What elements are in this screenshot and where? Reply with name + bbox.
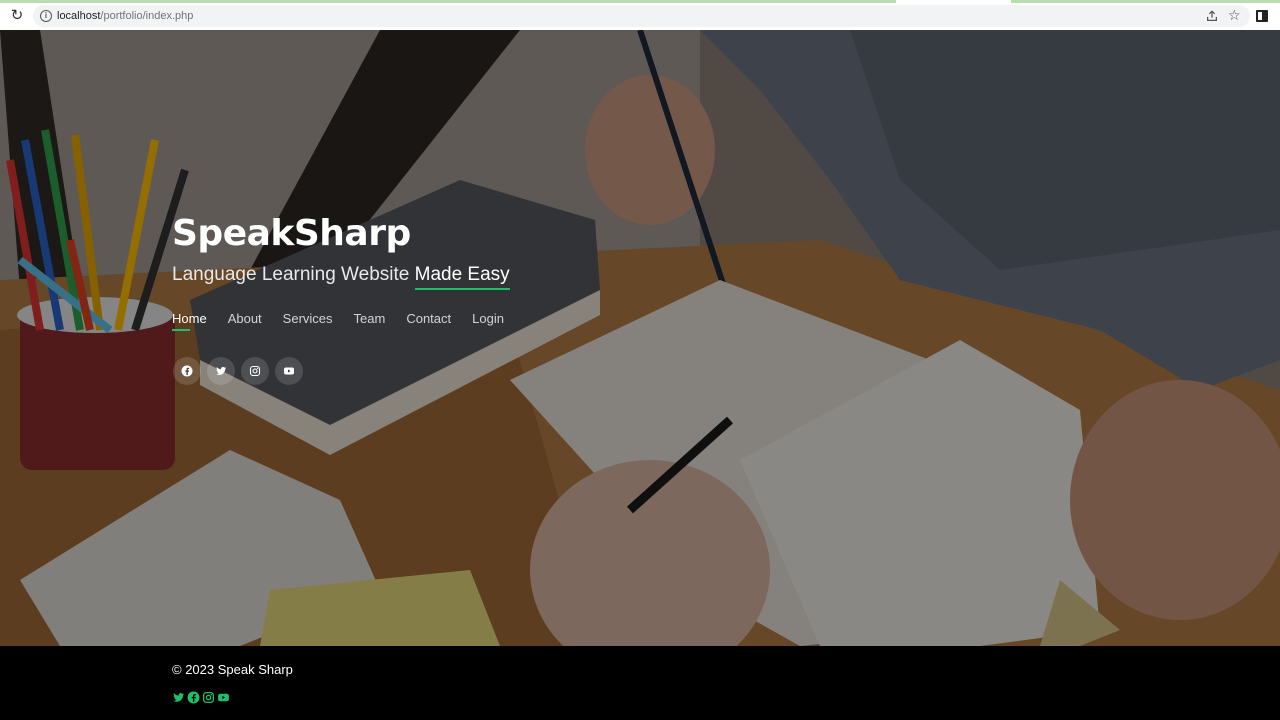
instagram-icon [202, 691, 215, 704]
site-info-icon[interactable]: i [40, 10, 52, 22]
youtube-icon [284, 367, 294, 375]
main-nav: Home About Services Team Contact Login [172, 311, 525, 331]
address-bar[interactable]: i localhost/portfolio/index.php ☆ [33, 5, 1250, 27]
browser-toolbar: ↻ i localhost/portfolio/index.php ☆ [0, 0, 1280, 30]
instagram-icon [249, 365, 261, 377]
nav-contact[interactable]: Contact [406, 311, 451, 326]
instagram-link[interactable] [241, 357, 269, 385]
nav-login[interactable]: Login [472, 311, 504, 326]
url-host: localhost [57, 10, 101, 22]
footer-social-links [172, 691, 230, 704]
facebook-icon [187, 691, 200, 704]
brand-title: SpeakSharp [172, 213, 411, 254]
reload-icon[interactable]: ↻ [9, 8, 25, 24]
facebook-icon [181, 365, 193, 377]
url-path: /portfolio/index.php [100, 10, 194, 22]
url-text[interactable]: localhost/portfolio/index.php [57, 9, 193, 23]
hero-tagline: Language Learning Website Made Easy [172, 264, 510, 286]
site-footer: © 2023 Speak Sharp [0, 646, 1280, 720]
nav-home[interactable]: Home [172, 311, 207, 331]
copyright-text: © 2023 Speak Sharp [172, 662, 293, 677]
youtube-icon [218, 693, 229, 702]
hero-section: SpeakSharp Language Learning Website Mad… [0, 30, 1280, 646]
nav-services[interactable]: Services [283, 311, 333, 326]
hero-dark-overlay [0, 30, 1280, 646]
nav-about[interactable]: About [228, 311, 262, 326]
bookmark-star-icon[interactable]: ☆ [1228, 7, 1241, 23]
footer-instagram-link[interactable] [202, 691, 215, 704]
nav-team[interactable]: Team [354, 311, 386, 326]
page-load-progress [0, 0, 1280, 3]
footer-youtube-link[interactable] [217, 691, 230, 704]
tagline-text: Language Learning Website [172, 264, 415, 285]
twitter-link[interactable] [207, 357, 235, 385]
facebook-link[interactable] [173, 357, 201, 385]
twitter-icon [216, 366, 227, 375]
share-icon[interactable] [1205, 9, 1219, 23]
hero-social-links [173, 357, 303, 385]
tagline-accent: Made Easy [414, 264, 510, 285]
footer-twitter-link[interactable] [172, 691, 185, 704]
twitter-icon [173, 693, 185, 702]
side-panel-icon[interactable] [1256, 10, 1268, 22]
youtube-link[interactable] [275, 357, 303, 385]
footer-facebook-link[interactable] [187, 691, 200, 704]
